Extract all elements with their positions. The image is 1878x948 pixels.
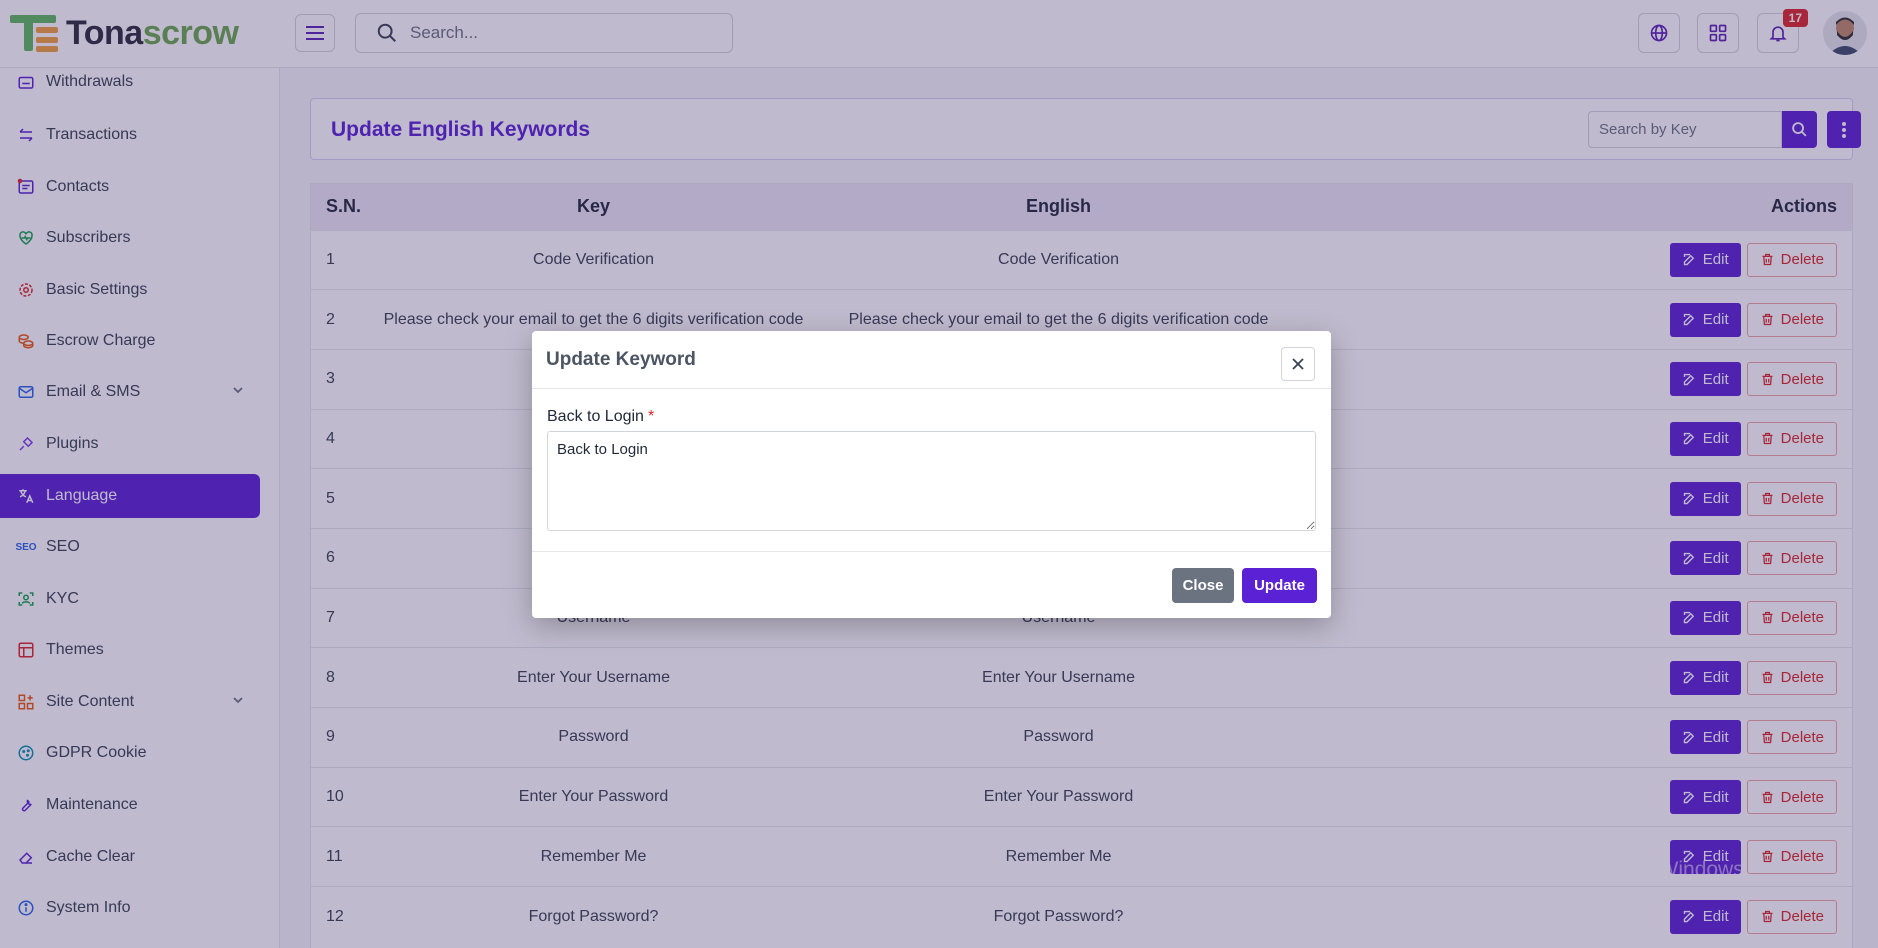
required-mark: * xyxy=(647,408,655,425)
modal-footer: Close Update xyxy=(532,551,1331,618)
close-icon xyxy=(1292,358,1304,370)
keyword-field-label-text: Back to Login xyxy=(547,408,644,425)
update-button[interactable]: Update xyxy=(1242,568,1317,603)
keyword-value-textarea[interactable]: Back to Login xyxy=(547,431,1316,531)
modal-header: Update Keyword xyxy=(532,331,1331,389)
modal-close-button[interactable] xyxy=(1281,347,1315,381)
keyword-field-label: Back to Login * xyxy=(547,408,654,426)
update-keyword-modal: Update Keyword Back to Login * Back to Lo… xyxy=(532,331,1331,618)
modal-title: Update Keyword xyxy=(546,349,696,370)
close-button[interactable]: Close xyxy=(1172,568,1234,603)
